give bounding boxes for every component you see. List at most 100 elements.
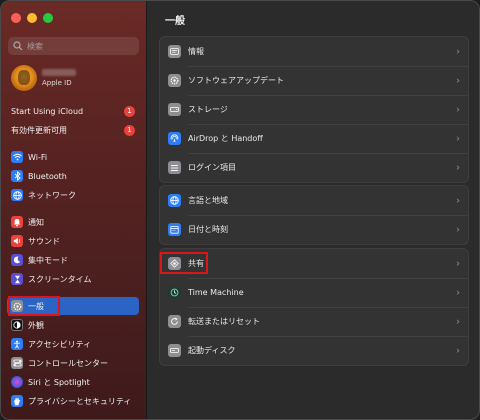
row-about[interactable]: 情報 › [160,37,468,66]
calendar-icon [168,223,181,236]
close-button[interactable] [11,13,21,23]
sidebar-item-privacy[interactable]: プライバシーとセキュリティ [7,392,139,410]
time-machine-icon [168,286,181,299]
row-label: ストレージ [188,105,228,114]
moon-icon [11,254,23,266]
general-group-1: 情報 › ソフトウェアアップデート › ストレージ › AirDrop と Ha… [159,36,469,183]
row-label: ソフトウェアアップデート [188,76,284,85]
hand-icon [11,395,23,407]
minimize-button[interactable] [27,13,37,23]
notification-badge: 1 [124,105,135,117]
bell-icon [11,216,23,228]
apple-id-account[interactable]: Apple ID [11,65,76,91]
zoom-button[interactable] [43,13,53,23]
row-airdrop-handoff[interactable]: AirDrop と Handoff › [160,124,468,153]
sidebar-item-label: サウンド [28,236,60,246]
chevron-right-icon: › [456,46,460,57]
sidebar-item-appearance[interactable]: 外観 [7,316,139,334]
search-input[interactable] [27,41,127,51]
sidebar-item-control-center[interactable]: コントロールセンター [7,354,139,372]
language-icon [168,194,181,207]
airdrop-icon [168,132,181,145]
row-storage[interactable]: ストレージ › [160,95,468,124]
disk-icon [168,344,181,357]
row-label: 情報 [188,47,204,56]
sidebar-item-label: Siri と Spotlight [28,377,90,387]
control-center-icon [11,357,23,369]
sidebar-item-label: ネットワーク [28,190,76,200]
sidebar-item-network[interactable]: ネットワーク [7,186,139,204]
search-field[interactable] [8,37,139,55]
sidebar-item-label: 集中モード [28,255,68,265]
highlight-box-sharing [160,252,208,274]
settings-window: Apple ID Start Using iCloud 1 有効件更新可用 1 … [0,0,480,420]
row-label: Time Machine [188,288,244,297]
row-label: ログイン項目 [188,163,236,172]
sidebar-item-label: コントロールセンター [28,358,108,368]
chevron-right-icon: › [456,133,460,144]
chevron-right-icon: › [456,224,460,235]
row-login-items[interactable]: ログイン項目 › [160,153,468,182]
chevron-right-icon: › [456,345,460,356]
main-pane: 一般 情報 › ソフトウェアアップデート › ストレージ › AirDrop と… [147,1,479,419]
sidebar-item-label: Start Using iCloud [11,106,84,116]
chevron-right-icon: › [456,162,460,173]
sidebar-item-label: アクセシビリティ [28,339,92,349]
sidebar-item-label: 通知 [28,217,44,227]
account-name-redacted [42,69,76,76]
hourglass-icon [11,273,23,285]
siri-icon [11,376,23,388]
chevron-right-icon: › [456,258,460,269]
sidebar-item-start-icloud[interactable]: Start Using iCloud 1 [7,102,139,120]
row-label: AirDrop と Handoff [188,134,263,143]
gear-update-icon [168,74,181,87]
sidebar-item-label: Wi‑Fi [28,152,48,162]
sidebar-item-bluetooth[interactable]: Bluetooth [7,167,139,185]
wifi-icon [11,151,23,163]
reset-icon [168,315,181,328]
speaker-icon [11,235,23,247]
chevron-right-icon: › [456,75,460,86]
row-language-region[interactable]: 言語と地域 › [160,186,468,215]
avatar [11,65,37,91]
globe-icon [11,189,23,201]
sidebar-item-label: スクリーンタイム [28,274,92,284]
sidebar-item-focus[interactable]: 集中モード [7,251,139,269]
row-date-time[interactable]: 日付と時刻 › [160,215,468,244]
row-time-machine[interactable]: Time Machine › [160,278,468,307]
sidebar-item-wifi[interactable]: Wi‑Fi [7,148,139,166]
apple-id-label: Apple ID [42,79,72,87]
list-icon [168,161,181,174]
sidebar: Apple ID Start Using iCloud 1 有効件更新可用 1 … [1,1,147,419]
appearance-icon [11,319,23,331]
row-label: 日付と時刻 [188,225,228,234]
page-title: 一般 [165,16,185,27]
sidebar-item-label: Bluetooth [28,171,67,181]
row-transfer-reset[interactable]: 転送またはリセット › [160,307,468,336]
sidebar-item-software-update[interactable]: 有効件更新可用 1 [7,121,139,139]
chevron-right-icon: › [456,287,460,298]
chevron-right-icon: › [456,104,460,115]
sidebar-item-notifications[interactable]: 通知 [7,213,139,231]
sidebar-item-label: プライバシーとセキュリティ [28,396,132,406]
sidebar-item-siri-spotlight[interactable]: Siri と Spotlight [7,373,139,391]
row-label: 転送またはリセット [188,317,260,326]
row-software-update[interactable]: ソフトウェアアップデート › [160,66,468,95]
row-label: 言語と地域 [188,196,228,205]
sidebar-item-screen-time[interactable]: スクリーンタイム [7,270,139,288]
chevron-right-icon: › [456,195,460,206]
row-label: 起動ディスク [188,346,236,355]
sidebar-item-sound[interactable]: サウンド [7,232,139,250]
row-startup-disk[interactable]: 起動ディスク › [160,336,468,365]
sidebar-item-accessibility[interactable]: アクセシビリティ [7,335,139,353]
sidebar-item-label: 外観 [28,320,44,330]
window-controls [11,13,53,23]
notification-badge: 1 [124,124,135,136]
highlight-box-general [8,296,60,316]
accessibility-icon [11,338,23,350]
sidebar-item-label: 有効件更新可用 [11,125,67,135]
search-icon [13,41,23,51]
info-icon [168,45,181,58]
chevron-right-icon: › [456,316,460,327]
bluetooth-icon [11,170,23,182]
